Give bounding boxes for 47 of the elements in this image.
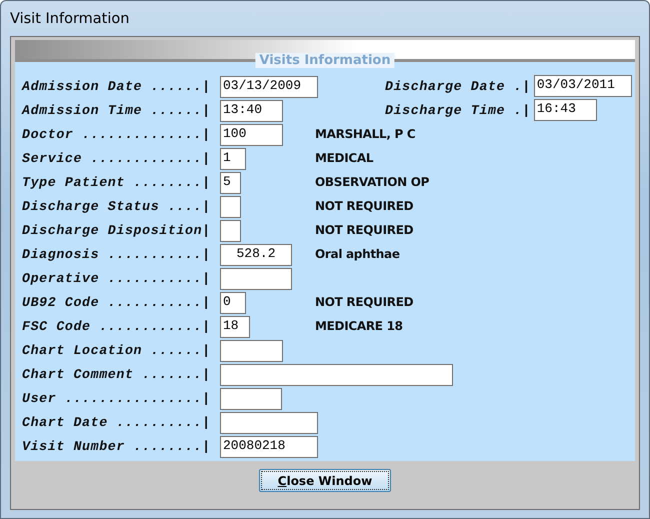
close-window-button[interactable]: Close Window xyxy=(259,469,391,492)
input-field[interactable] xyxy=(220,388,282,410)
field-description: Oral aphthae xyxy=(315,247,400,261)
field-description: NOT REQUIRED xyxy=(315,295,414,309)
input-field[interactable]: 528.2 xyxy=(220,244,292,266)
input-field[interactable] xyxy=(220,340,283,362)
field-label: Admission Time ......| xyxy=(22,102,212,118)
field-label: Discharge Disposition| xyxy=(22,222,212,238)
field-label: UB92 Code ...........| xyxy=(22,294,212,310)
panel-title: Visits Information xyxy=(255,53,395,68)
field-description: OBSERVATION OP xyxy=(315,175,430,189)
field-label: FSC Code ............| xyxy=(22,318,212,334)
input-field[interactable]: 5 xyxy=(220,172,241,194)
field-label: Visit Number ........| xyxy=(22,438,212,454)
field-label: Discharge Time .| xyxy=(385,102,531,118)
field-label: Chart Date ..........| xyxy=(22,414,212,430)
field-label: Discharge Status ....| xyxy=(22,198,212,214)
input-field[interactable]: 100 xyxy=(220,124,283,146)
field-description: NOT REQUIRED xyxy=(315,199,414,213)
input-field[interactable] xyxy=(220,220,241,242)
input-field[interactable]: 20080218 xyxy=(220,436,318,458)
window-title: Visit Information xyxy=(10,10,130,26)
field-label: Admission Date ......| xyxy=(22,78,212,94)
input-field[interactable] xyxy=(220,268,292,290)
field-label: Diagnosis ...........| xyxy=(22,246,212,262)
input-field[interactable]: 18 xyxy=(220,316,250,338)
field-label: Chart Comment .......| xyxy=(22,366,212,382)
field-label: Doctor ..............| xyxy=(22,126,212,142)
field-label: User ................| xyxy=(22,390,212,406)
field-label: Type Patient ........| xyxy=(22,174,212,190)
field-description: NOT REQUIRED xyxy=(315,223,414,237)
field-label: Service .............| xyxy=(22,150,212,166)
input-field[interactable]: 1 xyxy=(220,148,246,170)
input-field[interactable]: 0 xyxy=(220,292,246,314)
field-label: Operative ...........| xyxy=(22,270,212,286)
input-field[interactable]: 03/03/2011 xyxy=(534,75,632,97)
input-field[interactable] xyxy=(220,364,453,386)
input-field[interactable]: 03/13/2009 xyxy=(220,76,318,98)
input-field[interactable] xyxy=(220,412,318,434)
input-field[interactable]: 16:43 xyxy=(534,99,597,121)
input-field[interactable] xyxy=(220,196,241,218)
field-label: Discharge Date .| xyxy=(385,78,531,94)
field-description: MARSHALL, P C xyxy=(315,127,416,141)
field-description: MEDICAL xyxy=(315,151,374,165)
field-description: MEDICARE 18 xyxy=(315,319,403,333)
input-field[interactable]: 13:40 xyxy=(220,100,283,122)
field-label: Chart Location ......| xyxy=(22,342,212,358)
